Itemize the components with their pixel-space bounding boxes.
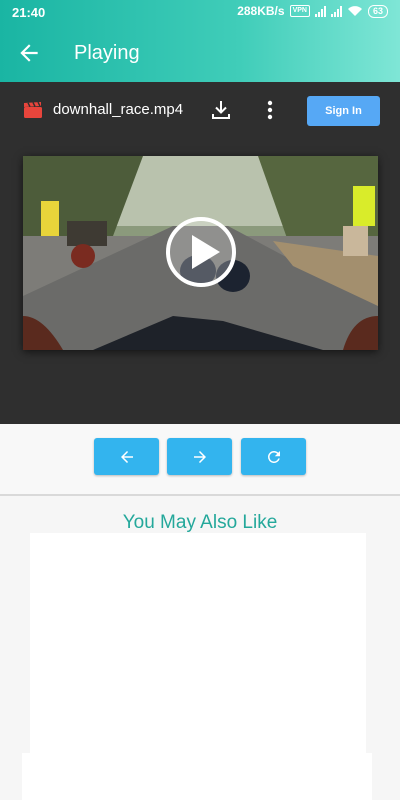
status-indicators: 288KB/s VPN 63 (237, 4, 388, 18)
vpn-badge: VPN (289, 5, 310, 17)
arrow-left-icon (120, 450, 133, 463)
reload-button[interactable] (241, 438, 306, 475)
app-bar: Playing (0, 24, 400, 82)
status-time: 21:40 (12, 5, 46, 20)
refresh-icon (267, 450, 280, 463)
forward-button[interactable] (167, 438, 232, 475)
back-arrow-icon[interactable] (16, 40, 42, 66)
arrow-right-icon (193, 450, 206, 463)
video-frame[interactable] (23, 156, 378, 350)
back-button[interactable] (94, 438, 159, 475)
download-icon[interactable] (211, 100, 231, 120)
recommendations-title: You May Also Like (122, 512, 278, 533)
sign-in-button[interactable]: Sign In (307, 96, 380, 126)
navigation-controls (0, 424, 400, 494)
section-divider (0, 494, 400, 496)
file-bar: downhall_race.mp4 Sign In (0, 82, 400, 138)
recommendation-card-2[interactable] (22, 753, 372, 800)
page-title: Playing (74, 42, 140, 64)
recommendation-card[interactable] (30, 533, 366, 753)
file-name: downhall_race.mp4 (53, 101, 184, 118)
player-panel: downhall_race.mp4 Sign In (0, 82, 400, 424)
battery-indicator: 63 (367, 4, 388, 18)
network-speed: 288KB/s (237, 4, 285, 18)
signal-icon-2 (330, 5, 342, 17)
clapperboard-icon (24, 102, 42, 118)
more-vert-icon[interactable] (264, 98, 276, 122)
signal-icon (314, 5, 326, 17)
play-icon[interactable] (164, 215, 238, 289)
wifi-icon (347, 6, 362, 16)
status-bar: 21:40 288KB/s VPN 63 (0, 0, 400, 24)
